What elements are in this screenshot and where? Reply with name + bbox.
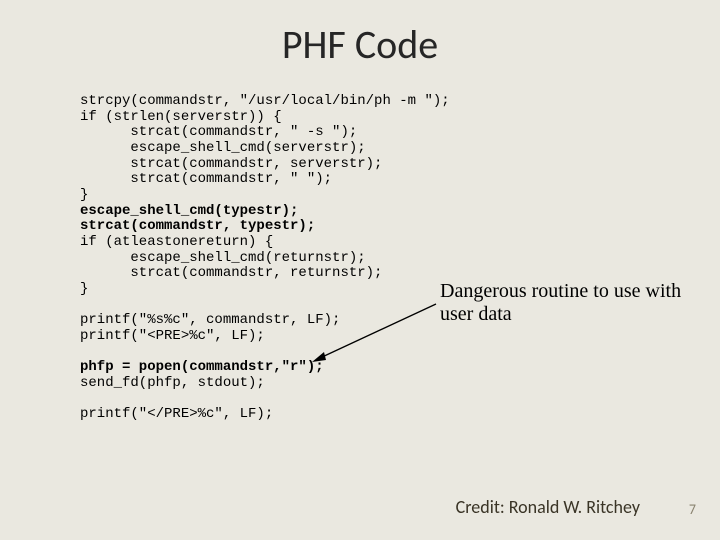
page-number: 7 xyxy=(689,501,696,518)
slide-title: PHF Code xyxy=(0,20,720,69)
code-line: send_fd(phfp, stdout); xyxy=(80,375,265,391)
code-line: if (strlen(serverstr)) { xyxy=(80,109,282,125)
code-line: printf("</PRE>%c", LF); xyxy=(80,406,273,422)
code-line: } xyxy=(80,187,88,203)
code-line-bold: escape_shell_cmd(typestr); xyxy=(80,203,298,219)
code-line: printf("<PRE>%c", LF); xyxy=(80,328,265,344)
code-listing: strcpy(commandstr, "/usr/local/bin/ph -m… xyxy=(80,94,450,423)
code-line: if (atleastonereturn) { xyxy=(80,234,273,250)
code-line: } xyxy=(80,281,88,297)
code-line: printf("%s%c", commandstr, LF); xyxy=(80,312,340,328)
code-line: strcat(commandstr, returnstr); xyxy=(80,265,382,281)
slide: PHF Code strcpy(commandstr, "/usr/local/… xyxy=(0,0,720,540)
code-line-bold: phfp = popen(commandstr,"r"); xyxy=(80,359,324,375)
credit-text: Credit: Ronald W. Ritchey xyxy=(0,496,640,518)
code-line: escape_shell_cmd(serverstr); xyxy=(80,140,366,156)
code-line-bold: strcat(commandstr, typestr); xyxy=(80,218,315,234)
code-line: strcat(commandstr, " -s "); xyxy=(80,124,357,140)
code-line: strcpy(commandstr, "/usr/local/bin/ph -m… xyxy=(80,93,450,109)
code-line: strcat(commandstr, " "); xyxy=(80,171,332,187)
code-line: strcat(commandstr, serverstr); xyxy=(80,156,382,172)
code-line: escape_shell_cmd(returnstr); xyxy=(80,250,366,266)
annotation-text: Dangerous routine to use with user data xyxy=(440,280,690,326)
